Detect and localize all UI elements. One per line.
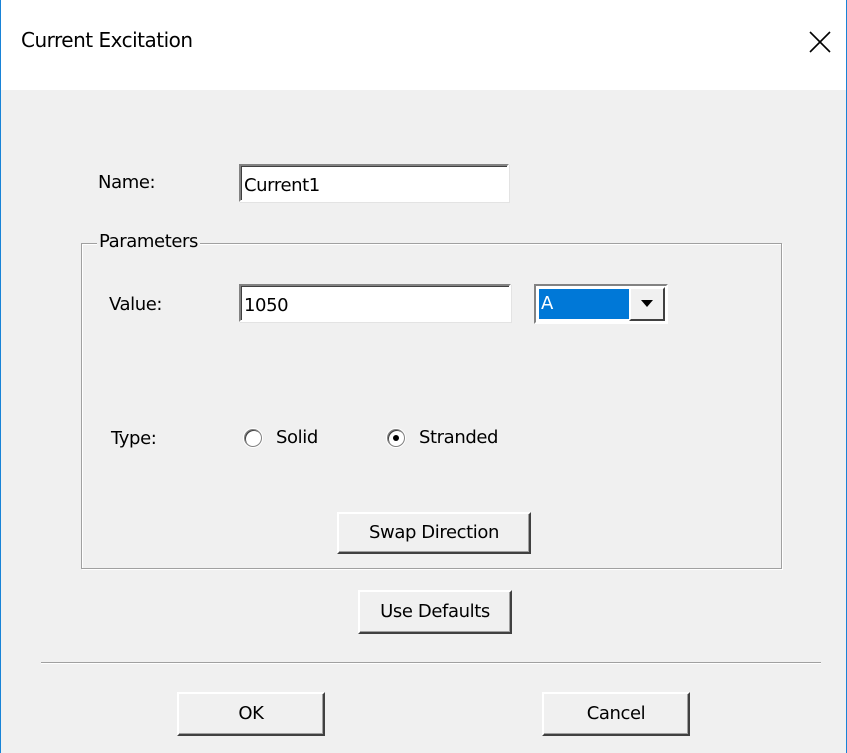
chevron-down-icon bbox=[641, 300, 653, 307]
dialog-title: Current Excitation bbox=[21, 28, 193, 52]
unit-select[interactable]: A bbox=[534, 284, 668, 324]
radio-selected-dot bbox=[393, 435, 399, 441]
use-defaults-button[interactable]: Use Defaults bbox=[358, 590, 512, 634]
swap-direction-button[interactable]: Swap Direction bbox=[337, 512, 531, 554]
type-label: Type: bbox=[111, 428, 157, 449]
name-label: Name: bbox=[98, 172, 156, 193]
radio-solid-label: Solid bbox=[276, 427, 318, 448]
footer-separator bbox=[41, 662, 821, 664]
value-input[interactable] bbox=[239, 284, 511, 322]
close-icon bbox=[809, 31, 831, 53]
parameters-legend: Parameters bbox=[97, 231, 201, 252]
unit-selected-value: A bbox=[539, 289, 629, 319]
dialog-window: Current Excitation Name: Parameters Valu… bbox=[0, 0, 847, 753]
radio-solid-indicator bbox=[244, 429, 262, 447]
radio-stranded-label: Stranded bbox=[419, 427, 499, 448]
value-label: Value: bbox=[109, 294, 163, 315]
close-button[interactable] bbox=[796, 10, 846, 70]
title-bar: Current Excitation bbox=[1, 0, 846, 90]
unit-dropdown-button[interactable] bbox=[629, 287, 665, 321]
name-input[interactable] bbox=[239, 164, 509, 202]
ok-button[interactable]: OK bbox=[177, 692, 325, 736]
radio-stranded-indicator bbox=[387, 429, 405, 447]
cancel-button[interactable]: Cancel bbox=[542, 692, 690, 736]
